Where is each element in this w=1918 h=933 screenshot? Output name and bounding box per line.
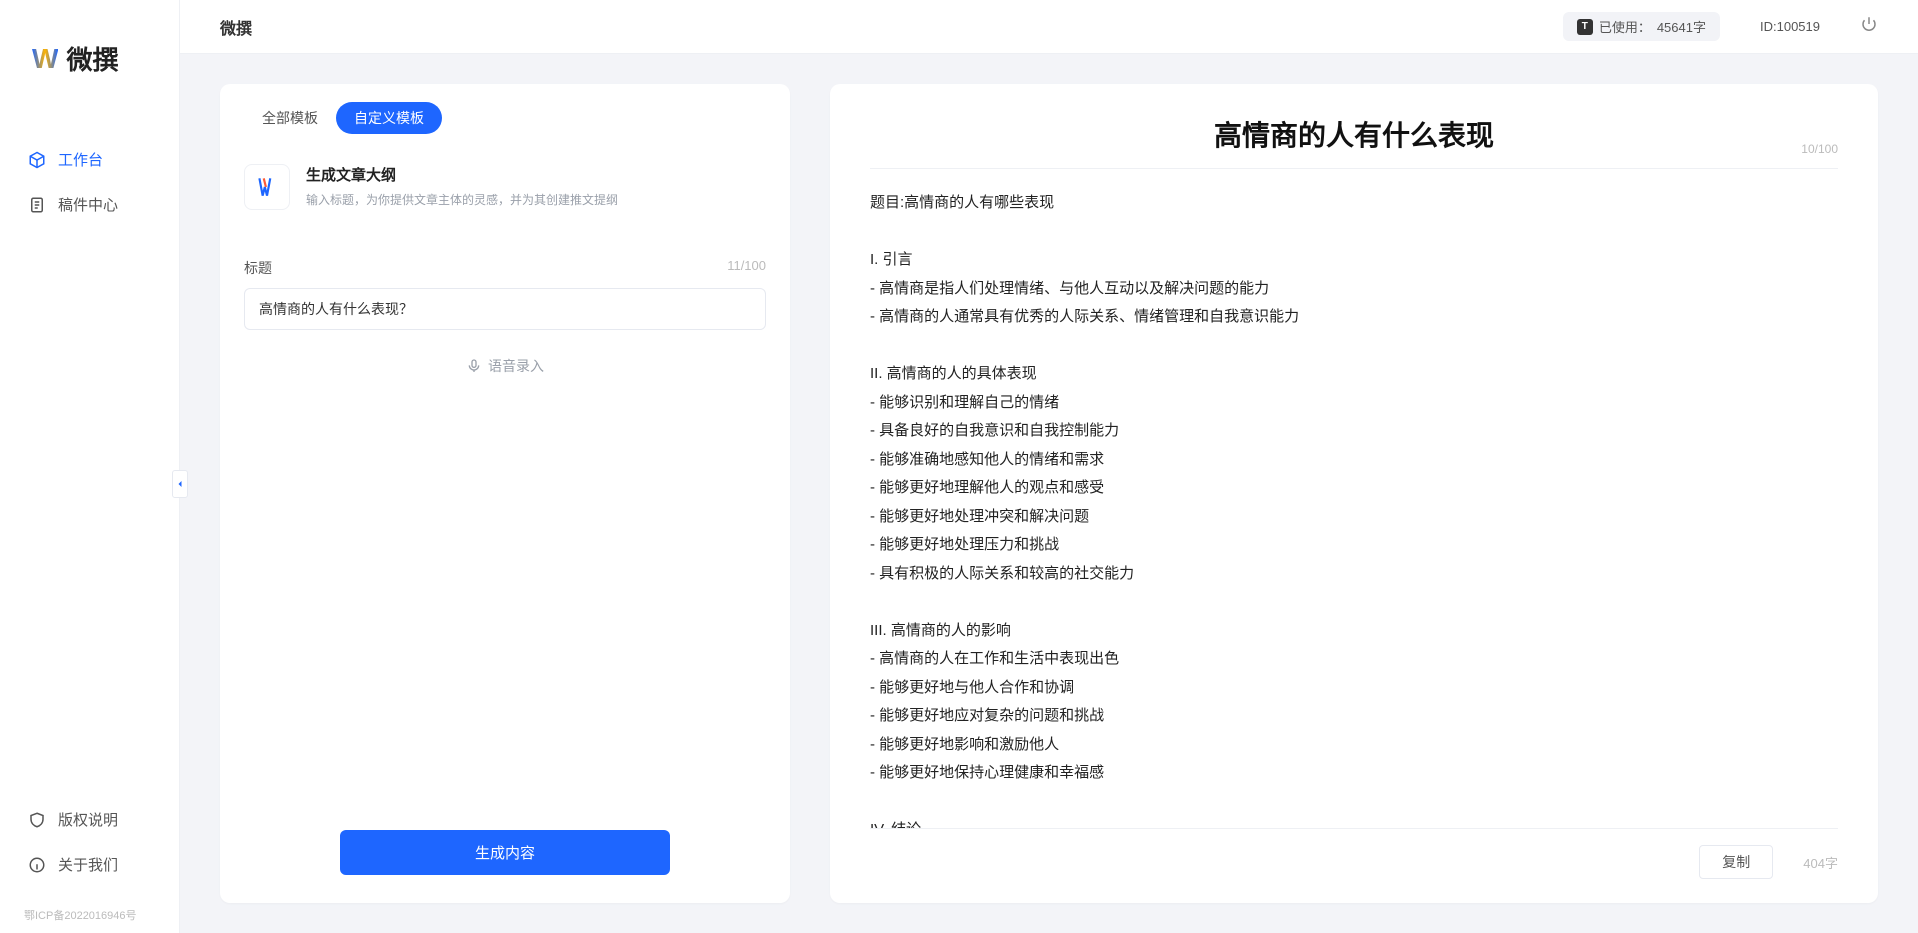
power-icon[interactable] — [1860, 15, 1878, 38]
title-field: 标题 11/100 — [244, 258, 766, 330]
input-panel: 全部模板 自定义模板 生成文章大纲 输入标题，为你提供文章主体的灵感，并为其创建… — [220, 84, 790, 903]
shield-icon — [28, 811, 46, 829]
template-tabs: 全部模板 自定义模板 — [220, 84, 790, 134]
sidebar-item-label: 关于我们 — [58, 854, 118, 875]
tab-custom-templates[interactable]: 自定义模板 — [336, 102, 442, 134]
output-body[interactable]: 题目:高情商的人有哪些表现 I. 引言 - 高情商是指人们处理情绪、与他人互动以… — [830, 169, 1878, 828]
field-char-count: 11/100 — [727, 258, 766, 278]
template-thumb-icon — [244, 164, 290, 210]
title-input[interactable] — [244, 288, 766, 330]
cube-icon — [28, 151, 46, 169]
doc-icon — [28, 196, 46, 214]
voice-label: 语音录入 — [488, 356, 544, 376]
output-header: 高情商的人有什么表现 10/100 — [830, 84, 1878, 162]
generate-button[interactable]: 生成内容 — [340, 830, 670, 875]
copy-button[interactable]: 复制 — [1699, 845, 1773, 879]
user-id: ID:100519 — [1760, 19, 1820, 34]
icp-footer: 鄂ICP备2022016946号 — [0, 907, 179, 933]
sidebar-bottom: 版权说明 关于我们 — [0, 797, 179, 907]
template-card[interactable]: 生成文章大纲 输入标题，为你提供文章主体的灵感，并为其创建推文提纲 — [244, 156, 766, 218]
logo-text: 微撰 — [66, 40, 118, 77]
sidebar-item-about[interactable]: 关于我们 — [0, 842, 179, 887]
template-title: 生成文章大纲 — [306, 164, 618, 185]
output-title: 高情商的人有什么表现 — [870, 114, 1838, 154]
field-label: 标题 — [244, 258, 272, 278]
voice-input-button[interactable]: 语音录入 — [220, 356, 790, 376]
mic-icon — [466, 358, 482, 374]
sidebar-item-label: 工作台 — [58, 149, 103, 170]
header-right: T 已使用： 45641字 ID:100519 — [1563, 12, 1878, 41]
sidebar-item-label: 稿件中心 — [58, 194, 118, 215]
sidebar-item-workspace[interactable]: 工作台 — [0, 137, 179, 182]
usage-value: 45641字 — [1657, 17, 1706, 36]
output-panel: 高情商的人有什么表现 10/100 题目:高情商的人有哪些表现 I. 引言 - … — [830, 84, 1878, 903]
page-title: 微撰 — [220, 15, 252, 39]
sidebar-nav: 工作台 稿件中心 — [0, 107, 179, 797]
tab-all-templates[interactable]: 全部模板 — [244, 102, 336, 134]
main-area: 全部模板 自定义模板 生成文章大纲 输入标题，为你提供文章主体的灵感，并为其创建… — [180, 54, 1918, 933]
info-icon — [28, 856, 46, 874]
sidebar: W 微撰 工作台 稿件中心 版权说明 关于我们 — [0, 0, 180, 933]
sidebar-item-copyright[interactable]: 版权说明 — [0, 797, 179, 842]
sidebar-item-drafts[interactable]: 稿件中心 — [0, 182, 179, 227]
output-char-count: 404字 — [1803, 853, 1838, 872]
usage-prefix: 已使用： — [1599, 17, 1651, 36]
app-logo: W 微撰 — [0, 0, 179, 107]
output-title-count: 10/100 — [1801, 142, 1838, 156]
usage-badge[interactable]: T 已使用： 45641字 — [1563, 12, 1720, 41]
template-desc: 输入标题，为你提供文章主体的灵感，并为其创建推文提纲 — [306, 191, 618, 208]
top-header: 微撰 T 已使用： 45641字 ID:100519 — [180, 0, 1918, 54]
sidebar-item-label: 版权说明 — [58, 809, 118, 830]
logo-mark-icon: W — [32, 43, 58, 75]
output-footer: 复制 404字 — [870, 828, 1838, 903]
text-count-icon: T — [1577, 19, 1593, 35]
